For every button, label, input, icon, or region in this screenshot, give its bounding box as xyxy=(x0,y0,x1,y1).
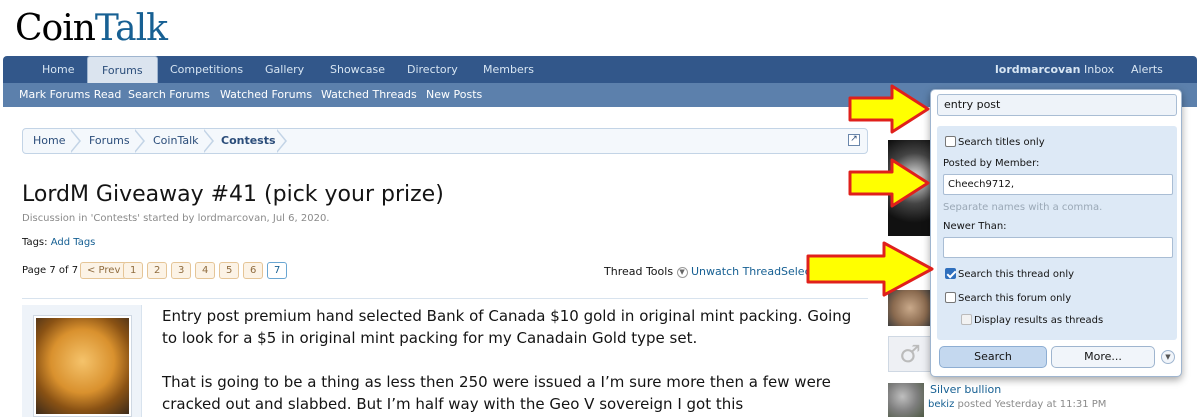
search-popup-footer: Search More... ▼ xyxy=(937,344,1177,372)
post-paragraph: Entry post premium hand selected Bank of… xyxy=(162,307,852,347)
thread-tools-label: Thread Tools xyxy=(604,265,674,278)
breadcrumb-cointalk[interactable]: CoinTalk xyxy=(153,129,199,153)
posted-by-label: Posted by Member: xyxy=(943,158,1040,169)
post-paragraph: That is going to be a thing as less then… xyxy=(162,373,831,413)
this-thread-only-checkbox[interactable] xyxy=(945,268,956,279)
site-logo[interactable]: CoinTalk xyxy=(15,8,168,49)
avatar[interactable] xyxy=(33,315,132,417)
subnav-watched-threads[interactable]: Watched Threads xyxy=(321,83,417,107)
search-options-panel: Search titles only Posted by Member: Che… xyxy=(937,126,1177,340)
add-tags-link[interactable]: Add Tags xyxy=(51,237,96,248)
jump-to-icon[interactable]: ↗ xyxy=(848,134,860,146)
sidebar-thread-meta: bekiz posted Yesterday at 11:31 PM xyxy=(928,399,1106,410)
subnav-mark-forums-read[interactable]: Mark Forums Read xyxy=(19,83,121,107)
newer-than-label: Newer Than: xyxy=(943,221,1007,232)
sidebar-thumbnail[interactable] xyxy=(888,383,924,417)
tags-label: Tags: xyxy=(22,237,48,248)
arrow-right-icon xyxy=(806,241,934,297)
search-button[interactable]: Search xyxy=(939,346,1047,368)
this-forum-only-label: Search this forum only xyxy=(958,293,1072,304)
default-avatar-icon[interactable]: ♂ xyxy=(888,336,932,372)
nav-tab-gallery[interactable]: Gallery xyxy=(265,56,304,83)
search-input[interactable]: entry post xyxy=(937,94,1177,116)
chevron-down-icon[interactable]: ▼ xyxy=(1161,350,1175,364)
this-forum-only-checkbox[interactable] xyxy=(945,292,956,303)
results-as-threads-label: Display results as threads xyxy=(974,315,1104,326)
nav-tab-forums[interactable]: Forums xyxy=(87,56,158,85)
pagination-page-4[interactable]: 4 xyxy=(195,262,216,279)
post-divider xyxy=(22,298,868,299)
subnav-search-forums[interactable]: Search Forums xyxy=(128,83,210,107)
logo-part-talk: Talk xyxy=(94,8,168,49)
breadcrumb-home[interactable]: Home xyxy=(33,129,65,153)
arrow-right-icon xyxy=(848,84,930,134)
option-this-thread-only[interactable]: Search this thread only xyxy=(945,268,1074,280)
option-this-forum-only[interactable]: Search this forum only xyxy=(945,292,1071,304)
sidebar-thread-time: posted Yesterday at 11:31 PM xyxy=(957,399,1107,410)
posted-by-member-field[interactable]: Cheech9712, xyxy=(943,174,1173,195)
nav-tab-showcase[interactable]: Showcase xyxy=(330,56,385,83)
breadcrumb-contests[interactable]: Contests xyxy=(221,129,276,153)
logo-part-coin: Coin xyxy=(15,8,96,49)
titles-only-checkbox[interactable] xyxy=(945,136,956,147)
subnav-new-posts[interactable]: New Posts xyxy=(426,83,482,107)
post-message: Entry post premium hand selected Bank of… xyxy=(162,305,862,417)
nav-inbox[interactable]: Inbox xyxy=(1084,56,1114,83)
option-titles-only[interactable]: Search titles only xyxy=(945,136,1045,148)
sidebar-thread-title[interactable]: Silver bullion xyxy=(930,383,1001,396)
nav-tab-competitions[interactable]: Competitions xyxy=(170,56,243,83)
subnav-watched-forums[interactable]: Watched Forums xyxy=(220,83,312,107)
pagination-page-5[interactable]: 5 xyxy=(219,262,240,279)
more-options-button[interactable]: More... xyxy=(1051,346,1155,368)
thread-description: Discussion in 'Contests' started by lord… xyxy=(22,213,330,224)
search-popup: entry post Search titles only Posted by … xyxy=(930,89,1182,377)
pagination-page-6[interactable]: 6 xyxy=(243,262,264,279)
tags-row: Tags: Add Tags xyxy=(22,237,95,248)
breadcrumb-forums[interactable]: Forums xyxy=(89,129,130,153)
gold-coin-avatar-image xyxy=(36,318,129,414)
pagination-page-7-current[interactable]: 7 xyxy=(267,262,288,279)
sidebar-thread-user[interactable]: bekiz xyxy=(928,399,954,410)
nav-tab-home[interactable]: Home xyxy=(42,56,74,83)
breadcrumb-separator-icon xyxy=(70,129,83,153)
nav-user-account[interactable]: lordmarcovan xyxy=(995,56,1080,83)
option-results-as-threads[interactable]: Display results as threads xyxy=(961,314,1103,326)
breadcrumb-separator-icon xyxy=(203,129,216,153)
nav-alerts[interactable]: Alerts xyxy=(1131,56,1163,83)
pagination-page-1[interactable]: 1 xyxy=(123,262,144,279)
breadcrumb-separator-icon xyxy=(134,129,147,153)
chevron-down-icon: ▼ xyxy=(676,266,688,278)
arrow-right-icon xyxy=(848,158,930,208)
thread-title: LordM Giveaway #41 (pick your prize) xyxy=(22,182,444,207)
breadcrumb-separator-icon xyxy=(276,129,289,153)
results-as-threads-checkbox[interactable] xyxy=(961,314,972,325)
titles-only-label: Search titles only xyxy=(958,137,1045,148)
nav-tab-directory[interactable]: Directory xyxy=(407,56,458,83)
newer-than-field[interactable] xyxy=(943,237,1173,258)
main-nav: Home Forums Competitions Gallery Showcas… xyxy=(3,56,1197,85)
page-count-label: Page 7 of 7 xyxy=(22,265,79,276)
pagination-page-2[interactable]: 2 xyxy=(147,262,168,279)
unwatch-thread-link[interactable]: Unwatch Thread xyxy=(691,265,781,278)
posted-by-hint: Separate names with a comma. xyxy=(943,202,1103,213)
breadcrumb: Home Forums CoinTalk Contests xyxy=(22,128,868,154)
pagination-prev[interactable]: < Prev xyxy=(80,262,128,279)
nav-tab-members[interactable]: Members xyxy=(483,56,534,83)
pagination-page-3[interactable]: 3 xyxy=(171,262,192,279)
this-thread-only-label: Search this thread only xyxy=(958,269,1075,280)
thread-tools-menu[interactable]: Thread Tools ▼ xyxy=(604,265,688,278)
